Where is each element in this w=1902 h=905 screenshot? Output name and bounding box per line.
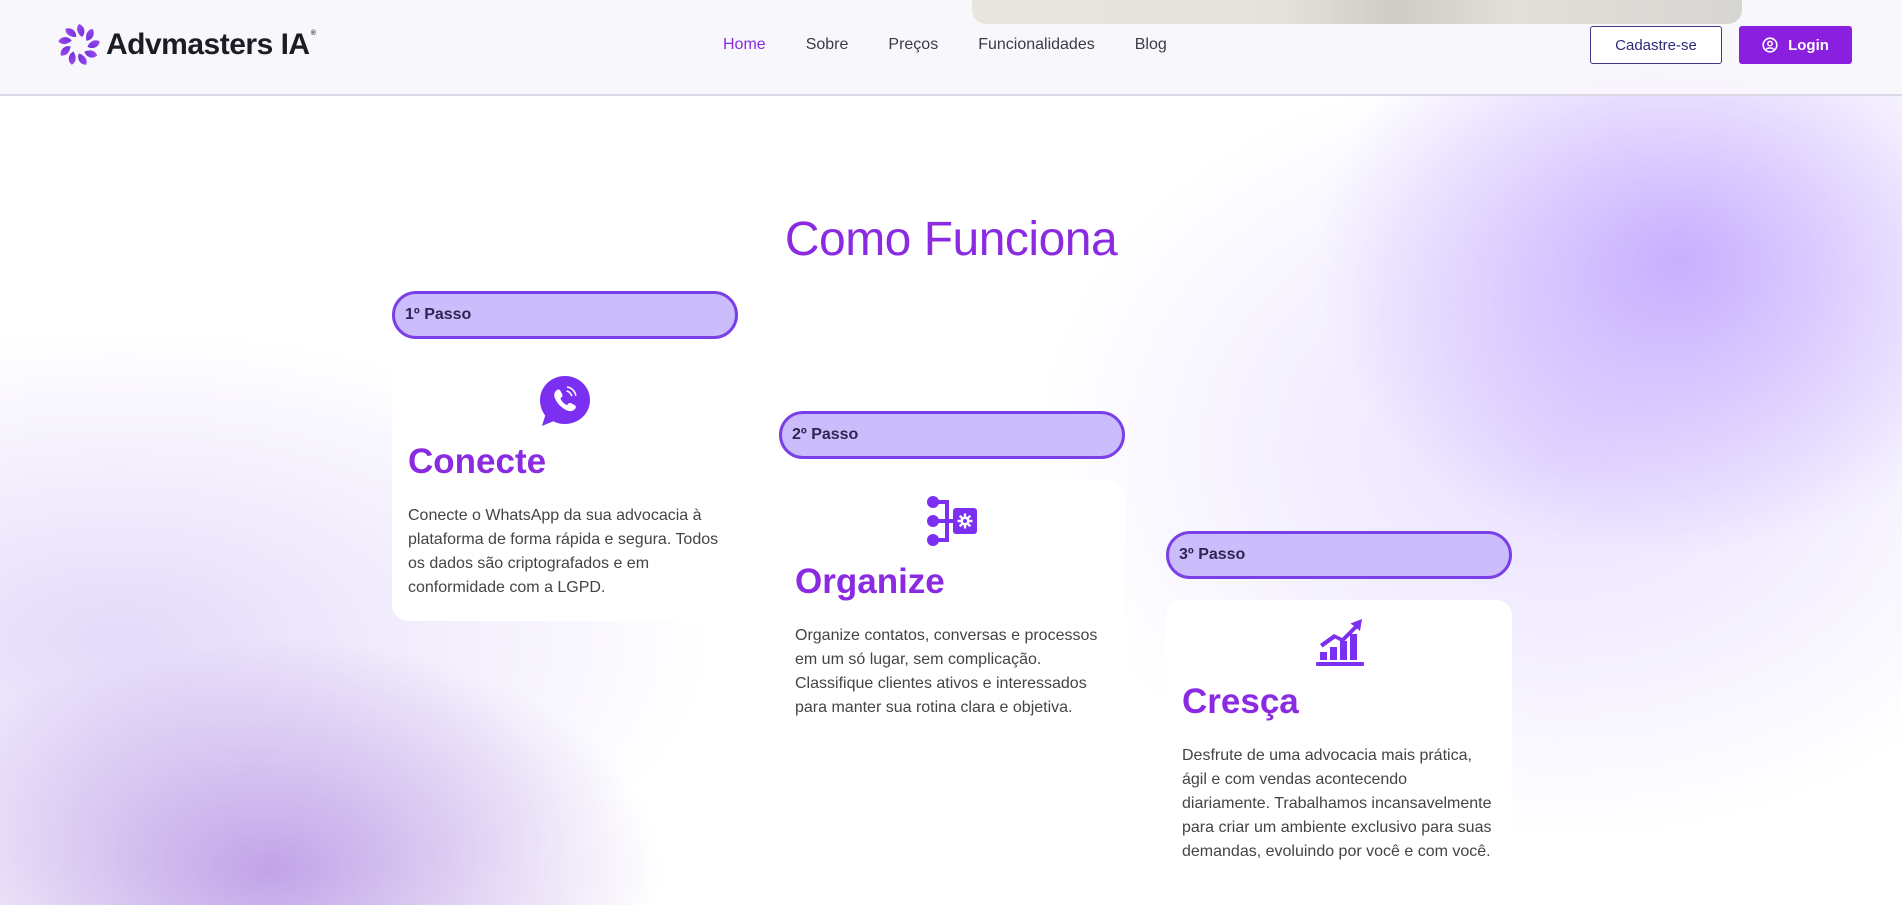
brand-name: Advmasters IA ® (106, 28, 316, 62)
main-nav: Home Sobre Preços Funcionalidades Blog (723, 36, 1207, 54)
workflow-icon (927, 496, 977, 546)
whatsapp-icon (540, 376, 590, 426)
login-button[interactable]: Login (1739, 26, 1852, 64)
step-2-description: Organize contatos, conversas e processos… (795, 627, 1098, 716)
signup-label: Cadastre-se (1615, 36, 1697, 54)
step-1-title: Conecte (408, 442, 547, 481)
logo-flower-icon (58, 24, 100, 65)
step-3-title: Cresça (1182, 682, 1299, 721)
step-2-label: 2º Passo (792, 426, 859, 443)
step-1-description: Conecte o WhatsApp da sua advocacia à pl… (408, 507, 719, 596)
section-title: Como Funciona (784, 212, 1118, 266)
nav-sobre[interactable]: Sobre (806, 36, 849, 54)
step-1-label: 1º Passo (405, 306, 472, 323)
login-label: Login (1788, 36, 1829, 54)
step-2-badge: 2º Passo (779, 411, 1125, 459)
nav-precos[interactable]: Preços (888, 36, 938, 54)
step-3-card: Cresça Desfrute de uma advocacia mais pr… (1166, 600, 1512, 905)
growth-chart-icon (1316, 619, 1364, 666)
brand-logo[interactable]: Advmasters IA ® (56, 22, 316, 68)
step-3-badge: 3º Passo (1166, 531, 1512, 579)
nav-blog[interactable]: Blog (1135, 36, 1167, 54)
trademark-mark: ® (310, 30, 316, 37)
step-1-badge: 1º Passo (392, 291, 738, 339)
step-2-title: Organize (795, 562, 945, 601)
nav-home[interactable]: Home (723, 36, 766, 54)
site-header: Advmasters IA ® Home Sobre Preços Funcio… (0, 0, 1902, 96)
step-3-description: Desfrute de uma advocacia mais prática, … (1182, 747, 1492, 860)
user-circle-icon (1762, 37, 1778, 53)
step-3-label: 3º Passo (1179, 546, 1246, 563)
step-2-card: Organize Organize contatos, conversas e … (779, 480, 1125, 741)
signup-button[interactable]: Cadastre-se (1590, 26, 1722, 64)
step-1-card: Conecte Conecte o WhatsApp da sua advoca… (392, 360, 738, 621)
brand-name-text: Advmasters IA (106, 28, 310, 61)
hero-image-edge (972, 0, 1742, 24)
nav-funcionalidades[interactable]: Funcionalidades (978, 36, 1095, 54)
